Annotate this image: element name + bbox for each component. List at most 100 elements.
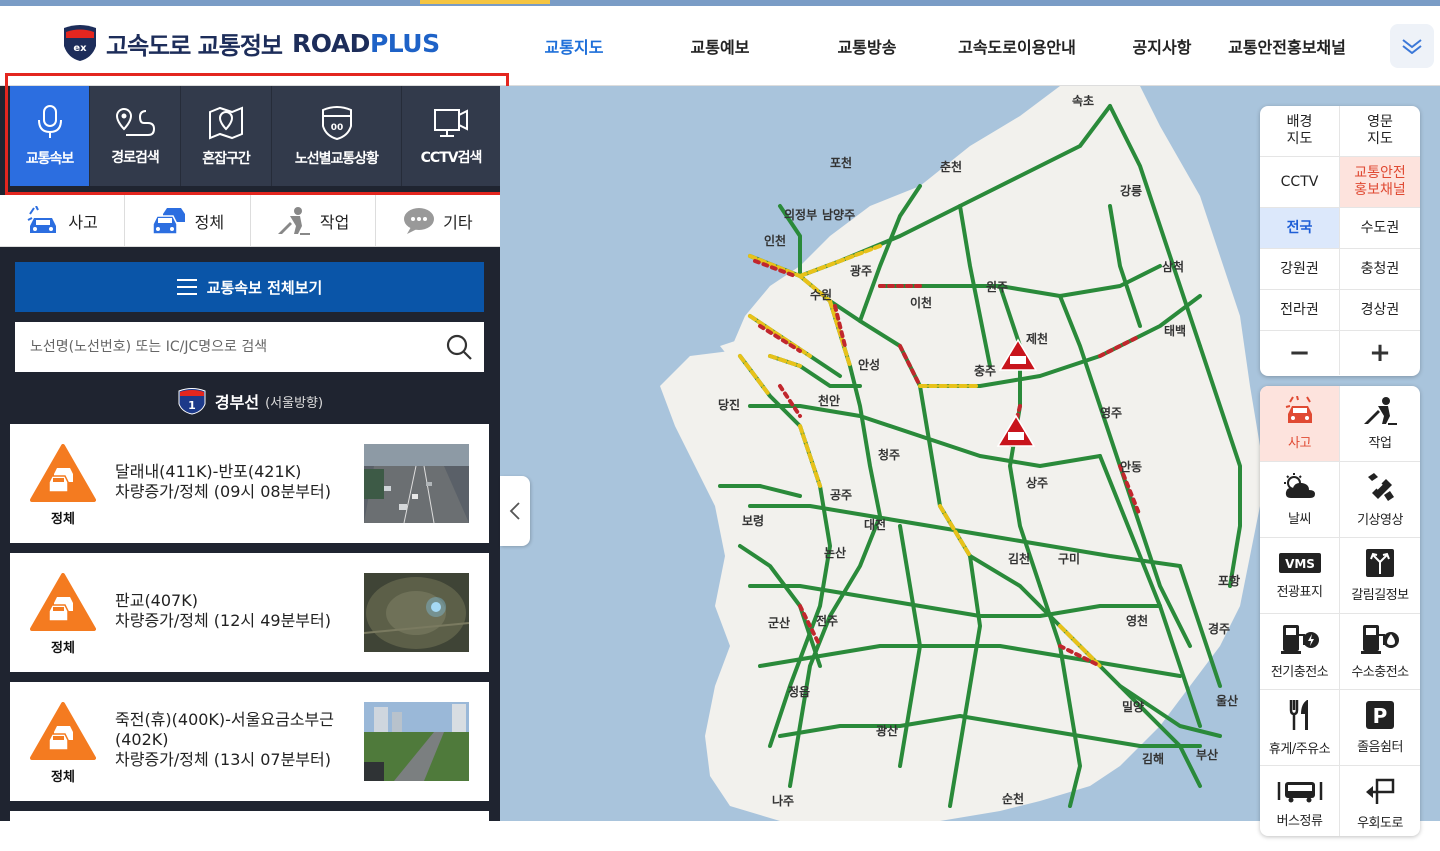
traffic-news-item[interactable]: 정체 죽전(휴)(400K)-서울요금소부근(402K) 차량증가/정체 (13시… bbox=[10, 682, 489, 801]
city-label: 군산 bbox=[768, 616, 791, 630]
city-label: 광주 bbox=[850, 264, 873, 278]
layer-english-map[interactable]: 영문 지도 bbox=[1340, 106, 1420, 157]
construction-icon bbox=[1364, 397, 1397, 425]
filter-label: 작업 bbox=[319, 212, 350, 232]
nav-notices[interactable]: 공지사항 bbox=[1112, 34, 1212, 58]
nav-traffic-broadcast[interactable]: 교통방송 bbox=[812, 34, 922, 58]
nav-highway-guide[interactable]: 고속도로이용안내 bbox=[922, 34, 1112, 58]
congestion-warning-badge: 정체 bbox=[30, 702, 96, 785]
traffic-news-item[interactable]: 정체 판교(407K) 차량증가/정체 (12시 49분부터) bbox=[10, 553, 489, 672]
site-title: 고속도로 교통정보 bbox=[106, 31, 283, 60]
region-gyeongsang[interactable]: 경상권 bbox=[1340, 290, 1420, 331]
site-logo[interactable]: ex 고속도로 교통정보 ROADPLUS bbox=[62, 24, 440, 62]
cctv-thumbnail[interactable] bbox=[364, 444, 469, 523]
tool-rest-area[interactable]: 휴게/주유소 bbox=[1260, 690, 1340, 766]
filter-accident[interactable]: 사고 bbox=[0, 195, 126, 246]
tool-label: 기상영상 bbox=[1357, 513, 1403, 528]
congestion-warning-badge: 정체 bbox=[30, 444, 96, 527]
zoom-out-button[interactable]: − bbox=[1260, 331, 1340, 375]
tab-label: 경로검색 bbox=[111, 150, 160, 166]
tab-route-search[interactable]: 경로검색 bbox=[90, 86, 181, 186]
city-label: 이천 bbox=[910, 296, 933, 310]
region-gangwon[interactable]: 강원권 bbox=[1260, 249, 1340, 290]
highway-shield-icon: 00 bbox=[321, 106, 352, 140]
svg-text:VMS: VMS bbox=[1285, 557, 1315, 571]
city-label: 구미 bbox=[1058, 552, 1081, 566]
layer-safety-channel[interactable]: 교통안전 홍보채널 bbox=[1340, 157, 1420, 208]
chevron-left-icon bbox=[509, 502, 520, 520]
city-label: 영천 bbox=[1126, 614, 1149, 628]
sidebar-collapse-button[interactable] bbox=[500, 476, 530, 546]
parking-icon: P bbox=[1366, 701, 1394, 729]
map-layer-panel: 배경 지도 영문 지도 CCTV 교통안전 홍보채널 전국 수도권 강원권 충청… bbox=[1260, 106, 1420, 376]
svg-text:ex: ex bbox=[73, 43, 87, 54]
city-label: 남양주 bbox=[822, 208, 856, 222]
tool-weather-video[interactable]: 기상영상 bbox=[1340, 462, 1420, 538]
filter-label: 기타 bbox=[443, 212, 473, 232]
route-search-input[interactable] bbox=[15, 323, 434, 371]
tool-accident[interactable]: 사고 bbox=[1260, 386, 1340, 462]
filter-other[interactable]: 기타 bbox=[376, 195, 500, 246]
tool-drowsy-shelter[interactable]: P 졸음쉼터 bbox=[1340, 690, 1420, 766]
filter-label: 사고 bbox=[68, 212, 98, 232]
tab-route-status[interactable]: 00 노선별교통상황 bbox=[272, 86, 402, 186]
search-icon bbox=[446, 334, 472, 360]
tool-bus-stop[interactable]: 버스정류 bbox=[1260, 766, 1340, 836]
tool-ev-charger[interactable]: 전기충전소 bbox=[1260, 614, 1340, 690]
tool-junction[interactable]: 갈림길정보 bbox=[1340, 538, 1420, 614]
city-label: 광산 bbox=[876, 724, 899, 738]
city-label: 울산 bbox=[1216, 694, 1239, 708]
chevron-down-icon bbox=[1402, 39, 1422, 54]
cctv-thumbnail[interactable] bbox=[364, 573, 469, 652]
congestion-warning-icon bbox=[30, 702, 96, 760]
region-chungcheong[interactable]: 충청권 bbox=[1340, 249, 1420, 290]
city-label: 제천 bbox=[1026, 332, 1049, 346]
nav-safety-channel[interactable]: 교통안전홍보채널 bbox=[1212, 34, 1362, 58]
nav-traffic-forecast[interactable]: 교통예보 bbox=[628, 34, 812, 58]
tab-traffic-news[interactable]: 교통속보 bbox=[10, 86, 90, 186]
city-label: 포천 bbox=[830, 156, 853, 170]
nav-traffic-map[interactable]: 교통지도 bbox=[520, 34, 628, 58]
city-label: 안동 bbox=[1120, 460, 1143, 474]
cctv-thumbnail[interactable] bbox=[364, 702, 469, 781]
zoom-in-button[interactable]: + bbox=[1340, 331, 1420, 375]
accident-icon bbox=[1285, 396, 1312, 423]
tool-vms[interactable]: VMS 전광표지 bbox=[1260, 538, 1340, 614]
layer-cctv[interactable]: CCTV bbox=[1260, 157, 1340, 208]
tab-cctv-search[interactable]: CCTV검색 bbox=[402, 86, 500, 186]
region-jeolla[interactable]: 전라권 bbox=[1260, 290, 1340, 331]
traffic-news-item-partial[interactable] bbox=[10, 811, 489, 841]
accident-car-shape bbox=[1008, 432, 1024, 440]
city-label: 경주 bbox=[1208, 622, 1231, 636]
tool-construction[interactable]: 작업 bbox=[1340, 386, 1420, 462]
traffic-news-text: 달래내(411K)-반포(421K) 차량증가/정체 (09시 08분부터) bbox=[115, 462, 331, 501]
city-label: 전주 bbox=[816, 614, 839, 628]
city-label: 의정부 bbox=[784, 208, 818, 222]
full-view-button[interactable]: 교통속보 전체보기 bbox=[15, 262, 484, 312]
tab-label: CCTV검색 bbox=[420, 150, 483, 166]
microphone-icon bbox=[37, 105, 62, 138]
region-all[interactable]: 전국 bbox=[1260, 208, 1340, 249]
tool-label: 사고 bbox=[1288, 436, 1311, 451]
cctv-icon bbox=[434, 109, 468, 137]
city-label: 포항 bbox=[1218, 574, 1241, 588]
tool-label: 우회도로 bbox=[1357, 816, 1403, 831]
tab-congestion[interactable]: 혼잡구간 bbox=[181, 86, 272, 186]
city-label: 인천 bbox=[764, 234, 787, 248]
region-capital[interactable]: 수도권 bbox=[1340, 208, 1420, 249]
filter-label: 정체 bbox=[194, 212, 225, 232]
accident-car-icon bbox=[27, 205, 57, 233]
city-label: 안성 bbox=[858, 358, 881, 372]
tool-label: 졸음쉼터 bbox=[1357, 740, 1403, 755]
city-label: 김천 bbox=[1008, 552, 1031, 566]
search-button[interactable] bbox=[434, 322, 484, 372]
layer-base-map[interactable]: 배경 지도 bbox=[1260, 106, 1340, 157]
tool-weather[interactable]: 날씨 bbox=[1260, 462, 1340, 538]
filter-construction[interactable]: 작업 bbox=[251, 195, 376, 246]
nav-expand-button[interactable] bbox=[1390, 24, 1434, 68]
tool-detour[interactable]: 우회도로 bbox=[1340, 766, 1420, 836]
traffic-news-item[interactable]: 정체 달래내(411K)-반포(421K) 차량증가/정체 (09시 08분부터) bbox=[10, 424, 489, 543]
filter-congestion[interactable]: 정체 bbox=[125, 195, 251, 246]
city-label: 수원 bbox=[810, 288, 833, 302]
tool-hydrogen[interactable]: 수소충전소 bbox=[1340, 614, 1420, 690]
